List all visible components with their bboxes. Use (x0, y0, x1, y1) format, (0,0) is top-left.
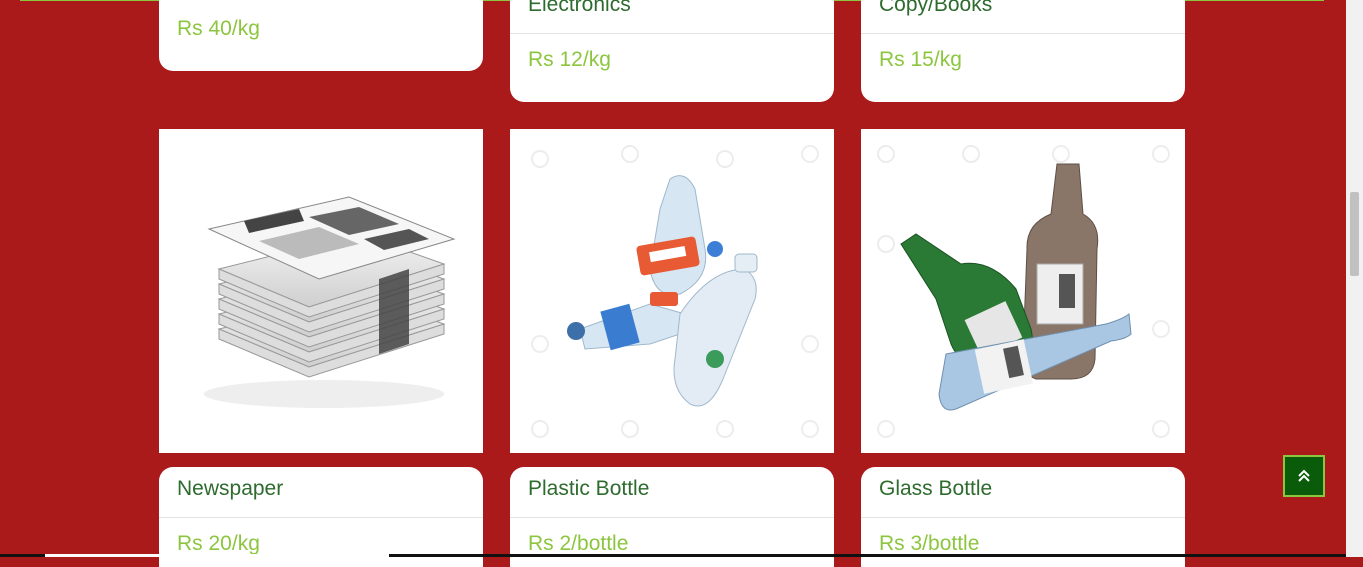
plastic-bottle-image[interactable] (510, 129, 834, 453)
product-card-row1-1[interactable]: Rs 40/kg (159, 0, 483, 71)
product-price: Rs 40/kg (177, 17, 260, 40)
card-divider (159, 517, 483, 518)
vertical-scrollbar[interactable] (1346, 0, 1363, 557)
product-title: Glass Bottle (879, 477, 993, 500)
scrollbar-thumb[interactable] (1350, 192, 1359, 276)
product-price: Rs 12/kg (528, 48, 611, 71)
product-card-newspaper[interactable]: Newspaper Rs 20/kg (159, 467, 483, 567)
glass-bottles-icon (877, 145, 1170, 438)
product-price: Rs 3/bottle (879, 532, 980, 555)
newspaper-image[interactable] (159, 129, 483, 453)
product-title: Newspaper (177, 477, 284, 500)
card-divider (861, 33, 1185, 34)
back-to-top-button[interactable] (1283, 455, 1325, 497)
product-card-copy-books[interactable]: Copy/Books Rs 15/kg (861, 0, 1185, 102)
product-title: Plastic Bottle (528, 477, 650, 500)
glass-bottle-image[interactable] (861, 129, 1185, 453)
product-title: Electronics (528, 0, 631, 16)
product-card-glass-bottle[interactable]: Glass Bottle Rs 3/bottle (861, 467, 1185, 567)
card-divider (510, 517, 834, 518)
product-title: Copy/Books (879, 0, 993, 16)
product-card-plastic-bottle[interactable]: Plastic Bottle Rs 2/bottle (510, 467, 834, 567)
product-price: Rs 15/kg (879, 48, 962, 71)
product-card-electronics[interactable]: Electronics Rs 12/kg (510, 0, 834, 102)
double-chevron-up-icon (1298, 469, 1310, 482)
card-divider (510, 33, 834, 34)
product-price: Rs 2/bottle (528, 532, 629, 555)
card-divider (861, 517, 1185, 518)
product-price: Rs 20/kg (177, 532, 260, 555)
plastic-bottles-icon (531, 145, 819, 438)
newspaper-stack-icon (204, 196, 456, 408)
